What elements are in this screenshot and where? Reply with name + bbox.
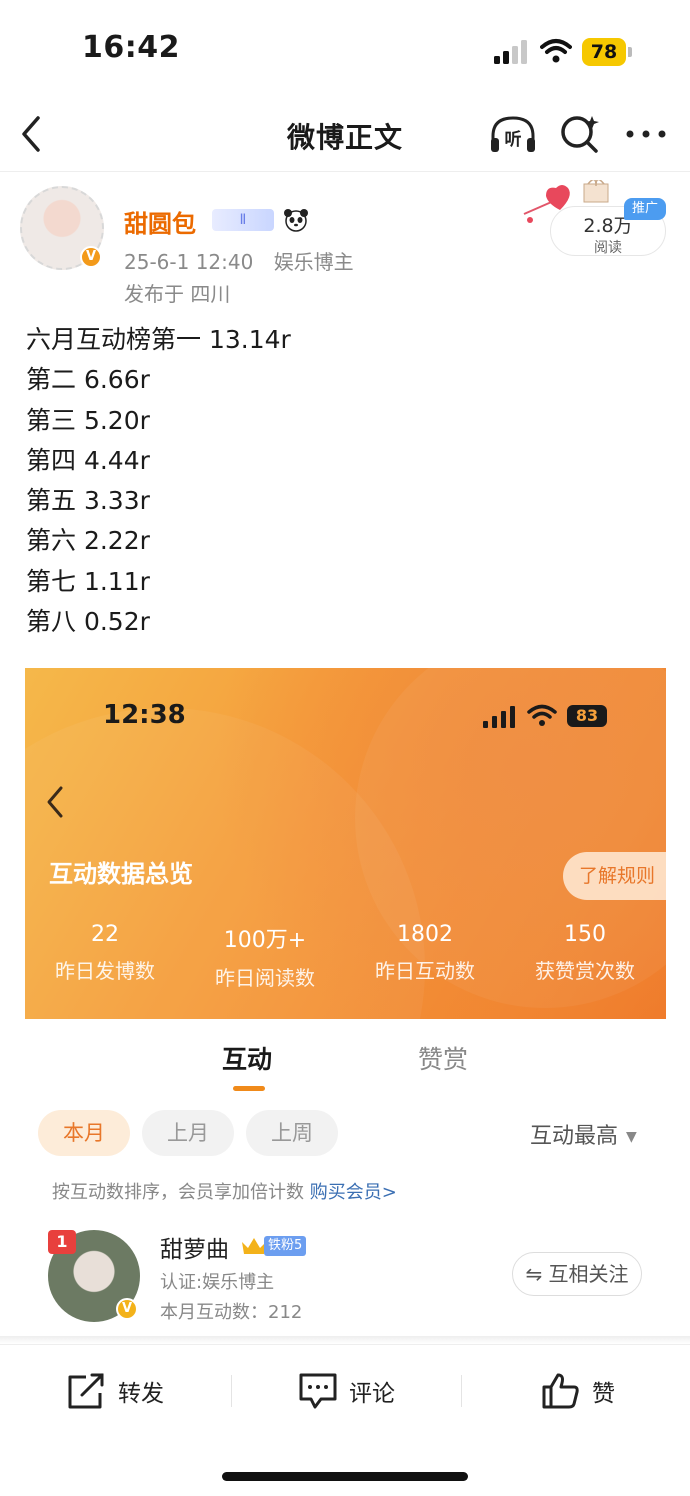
user-interaction-count: 本月互动数：212 [160,1302,303,1323]
verified-badge-icon: V [80,246,102,268]
post-line: 第六 2.22r [26,526,150,556]
filter-last-week: 上周 [246,1110,338,1156]
embed-stat-label: 昨日互动数 [375,959,475,983]
post-line: 第二 6.66r [26,365,150,395]
comment-icon [299,1373,337,1409]
embed-stat: 100万+ 昨日阅读数 [185,922,345,991]
embed-stat-label: 昨日发博数 [55,959,155,983]
buy-membership-link: 购买会员> [309,1182,397,1203]
user-name: 甜萝曲 [160,1237,229,1263]
fan-level: 铁粉5 [264,1236,307,1256]
post-date: 25-6-1 12:40 [124,250,254,274]
more-icon[interactable] [624,116,668,152]
embed-status-time: 12:38 [103,700,186,730]
listen-headphones-icon[interactable]: 听 [488,112,538,156]
author-name[interactable]: 甜圆包 [124,204,196,239]
repost-icon [68,1373,104,1409]
author-header: V 甜圆包 Ⅱ 25-6-1 12:40 娱乐博主 发布于 四川 2.8万 阅读… [0,180,690,310]
comment-button[interactable]: 评论 [297,1371,395,1411]
embed-battery-icon: 83 [567,705,607,727]
tab-underline [233,1086,265,1091]
ranking-row: 1 V 甜萝曲 铁粉5 认证:娱乐博主 本月互动数：212 ⇋ 互相关注 [0,1226,690,1336]
verified-badge-icon: V [116,1298,138,1320]
post-image[interactable]: 12:38 83 互动数据总览 了解规则 22 昨日发博数 100万+ 昨日阅读… [25,668,666,1019]
repost-button[interactable]: 转发 [66,1371,164,1411]
filter-this-month: 本月 [38,1110,130,1156]
comment-label: 评论 [349,1381,395,1407]
rank-badge: 1 [48,1230,76,1254]
home-indicator[interactable] [222,1472,468,1481]
embed-stats: 22 昨日发博数 100万+ 昨日阅读数 1802 昨日互动数 150 获赞赏次… [25,922,666,991]
author-badges: Ⅱ [212,208,309,232]
read-label: 阅读 [594,240,622,256]
author-avatar[interactable]: V [20,186,104,270]
cellular-signal-icon [494,40,527,64]
post-body: 六月互动榜第一 13.14r 第二 6.66r 第三 5.20r 第四 4.44… [26,320,666,642]
embed-stat-label: 昨日阅读数 [215,966,315,990]
embed-rules-button: 了解规则 [563,852,666,900]
battery-icon: 78 [582,38,632,66]
fan-badge: 铁粉5 [240,1234,307,1258]
hint-text: 按互动数排序，会员享加倍计数 [52,1182,310,1203]
embed-stat-value: 100万+ [223,928,307,953]
post-line: 第五 3.33r [26,486,150,516]
embed-stat: 1802 昨日互动数 [345,922,505,991]
embed-wifi-icon [527,704,557,726]
sort-dropdown: 互动最高 ▼ [530,1118,637,1150]
repost-label: 转发 [118,1381,164,1407]
user-cert: 认证:娱乐博主 [160,1272,275,1293]
filter-last-month: 上月 [142,1110,234,1156]
embed-tabs: 互动 赞赏 [0,1030,690,1100]
search-icon[interactable] [558,112,602,156]
bottom-toolbar: 转发 评论 赞 [0,1344,690,1436]
divider [0,1336,690,1344]
tab-interaction: 互动 [222,1045,273,1074]
status-time: 16:42 [82,30,180,65]
post-line: 第三 5.20r [26,405,150,435]
embed-stat-label: 获赞赏次数 [535,959,635,983]
post-line: 六月互动榜第一 13.14r [26,325,291,354]
embed-title: 互动数据总览 [49,860,193,888]
battery-level: 78 [582,38,626,66]
like-button[interactable]: 赞 [540,1371,615,1411]
thumbs-up-icon [542,1373,579,1409]
mutual-follow-button: ⇋ 互相关注 [512,1252,642,1296]
embed-stat-value: 1802 [397,922,453,947]
nav-bar: 微博正文 听 [0,100,690,172]
sort-label: 互动最高 [530,1124,619,1149]
like-label: 赞 [592,1381,615,1407]
author-category: 娱乐博主 [273,250,354,274]
embed-signal-icon [483,706,515,728]
tab-reward: 赞赏 [418,1045,469,1074]
embed-stat-value: 150 [564,922,606,947]
caret-down-icon: ▼ [626,1129,637,1145]
svg-text:听: 听 [505,129,522,150]
embed-stat: 22 昨日发博数 [25,922,185,991]
promo-tag: 推广 [624,198,666,220]
post-line: 第七 1.11r [26,566,150,596]
post-line: 第八 0.52r [26,607,150,637]
post-line: 第四 4.44r [26,445,150,475]
post-meta: 25-6-1 12:40 娱乐博主 [124,246,368,275]
post-location: 发布于 四川 [124,282,231,306]
embed-back-icon [47,786,63,818]
embed-stat-value: 22 [91,922,119,947]
sort-hint: 按互动数排序，会员享加倍计数 购买会员> [52,1178,397,1204]
status-bar: 16:42 78 [0,0,690,100]
wifi-icon [540,39,572,63]
embed-stat: 150 获赞赏次数 [505,922,665,991]
embed-filters: 本月 上月 上周 互动最高 ▼ [0,1110,690,1158]
member-level-badge: Ⅱ [212,209,274,231]
panda-icon [284,209,309,232]
